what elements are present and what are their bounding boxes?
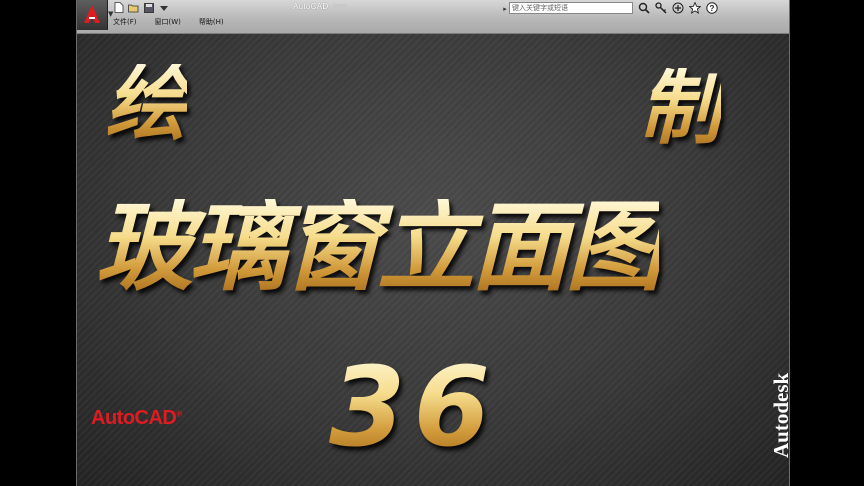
application-menu-button[interactable] [77, 0, 108, 30]
title-char-draw: 绘 [105, 57, 187, 152]
menu-bar: 文件(F) 窗口(W) 帮助(H) [113, 17, 224, 27]
dropdown-arrow-icon[interactable] [158, 2, 169, 13]
infocenter-toolbar: ? [637, 1, 719, 15]
window-title: AutoCAD [293, 2, 329, 11]
connect-icon[interactable] [671, 1, 685, 15]
autocad-window: ▼ AutoCAD 文件(F) 窗口(W) 帮助(H) ▸ 键入关键字或短语 ?… [76, 0, 790, 486]
title-filename-blur [333, 4, 347, 10]
help-icon[interactable]: ? [705, 1, 719, 15]
title-bar: ▼ AutoCAD 文件(F) 窗口(W) 帮助(H) ▸ 键入关键字或短语 ? [77, 0, 789, 34]
quick-access-toolbar [113, 2, 169, 16]
save-icon[interactable] [143, 2, 154, 13]
episode-number: 36 [329, 343, 499, 471]
search-expand-icon[interactable]: ▸ [501, 3, 509, 15]
drawing-canvas: 绘 制 玻璃窗立面图 36 AutoCAD® Autodesk [77, 34, 789, 486]
star-icon[interactable] [688, 1, 702, 15]
menu-file[interactable]: 文件(F) [113, 17, 137, 27]
autodesk-logo: Autodesk [769, 372, 790, 458]
menu-window[interactable]: 窗口(W) [155, 17, 181, 27]
open-folder-icon[interactable] [128, 2, 139, 13]
menu-help[interactable]: 帮助(H) [199, 17, 224, 27]
search-input[interactable]: 键入关键字或短语 [509, 2, 633, 14]
registered-mark: ® [176, 409, 182, 419]
main-title: 玻璃窗立面图 [95, 191, 663, 305]
svg-text:?: ? [710, 4, 715, 13]
title-char-make: 制 [639, 61, 721, 156]
key-icon[interactable] [654, 1, 668, 15]
search-icon[interactable] [637, 1, 651, 15]
autocad-logo-text: AutoCAD [91, 407, 177, 429]
new-file-icon[interactable] [113, 2, 124, 13]
autocad-a-icon [84, 5, 100, 23]
autocad-logo: AutoCAD® [91, 407, 182, 430]
